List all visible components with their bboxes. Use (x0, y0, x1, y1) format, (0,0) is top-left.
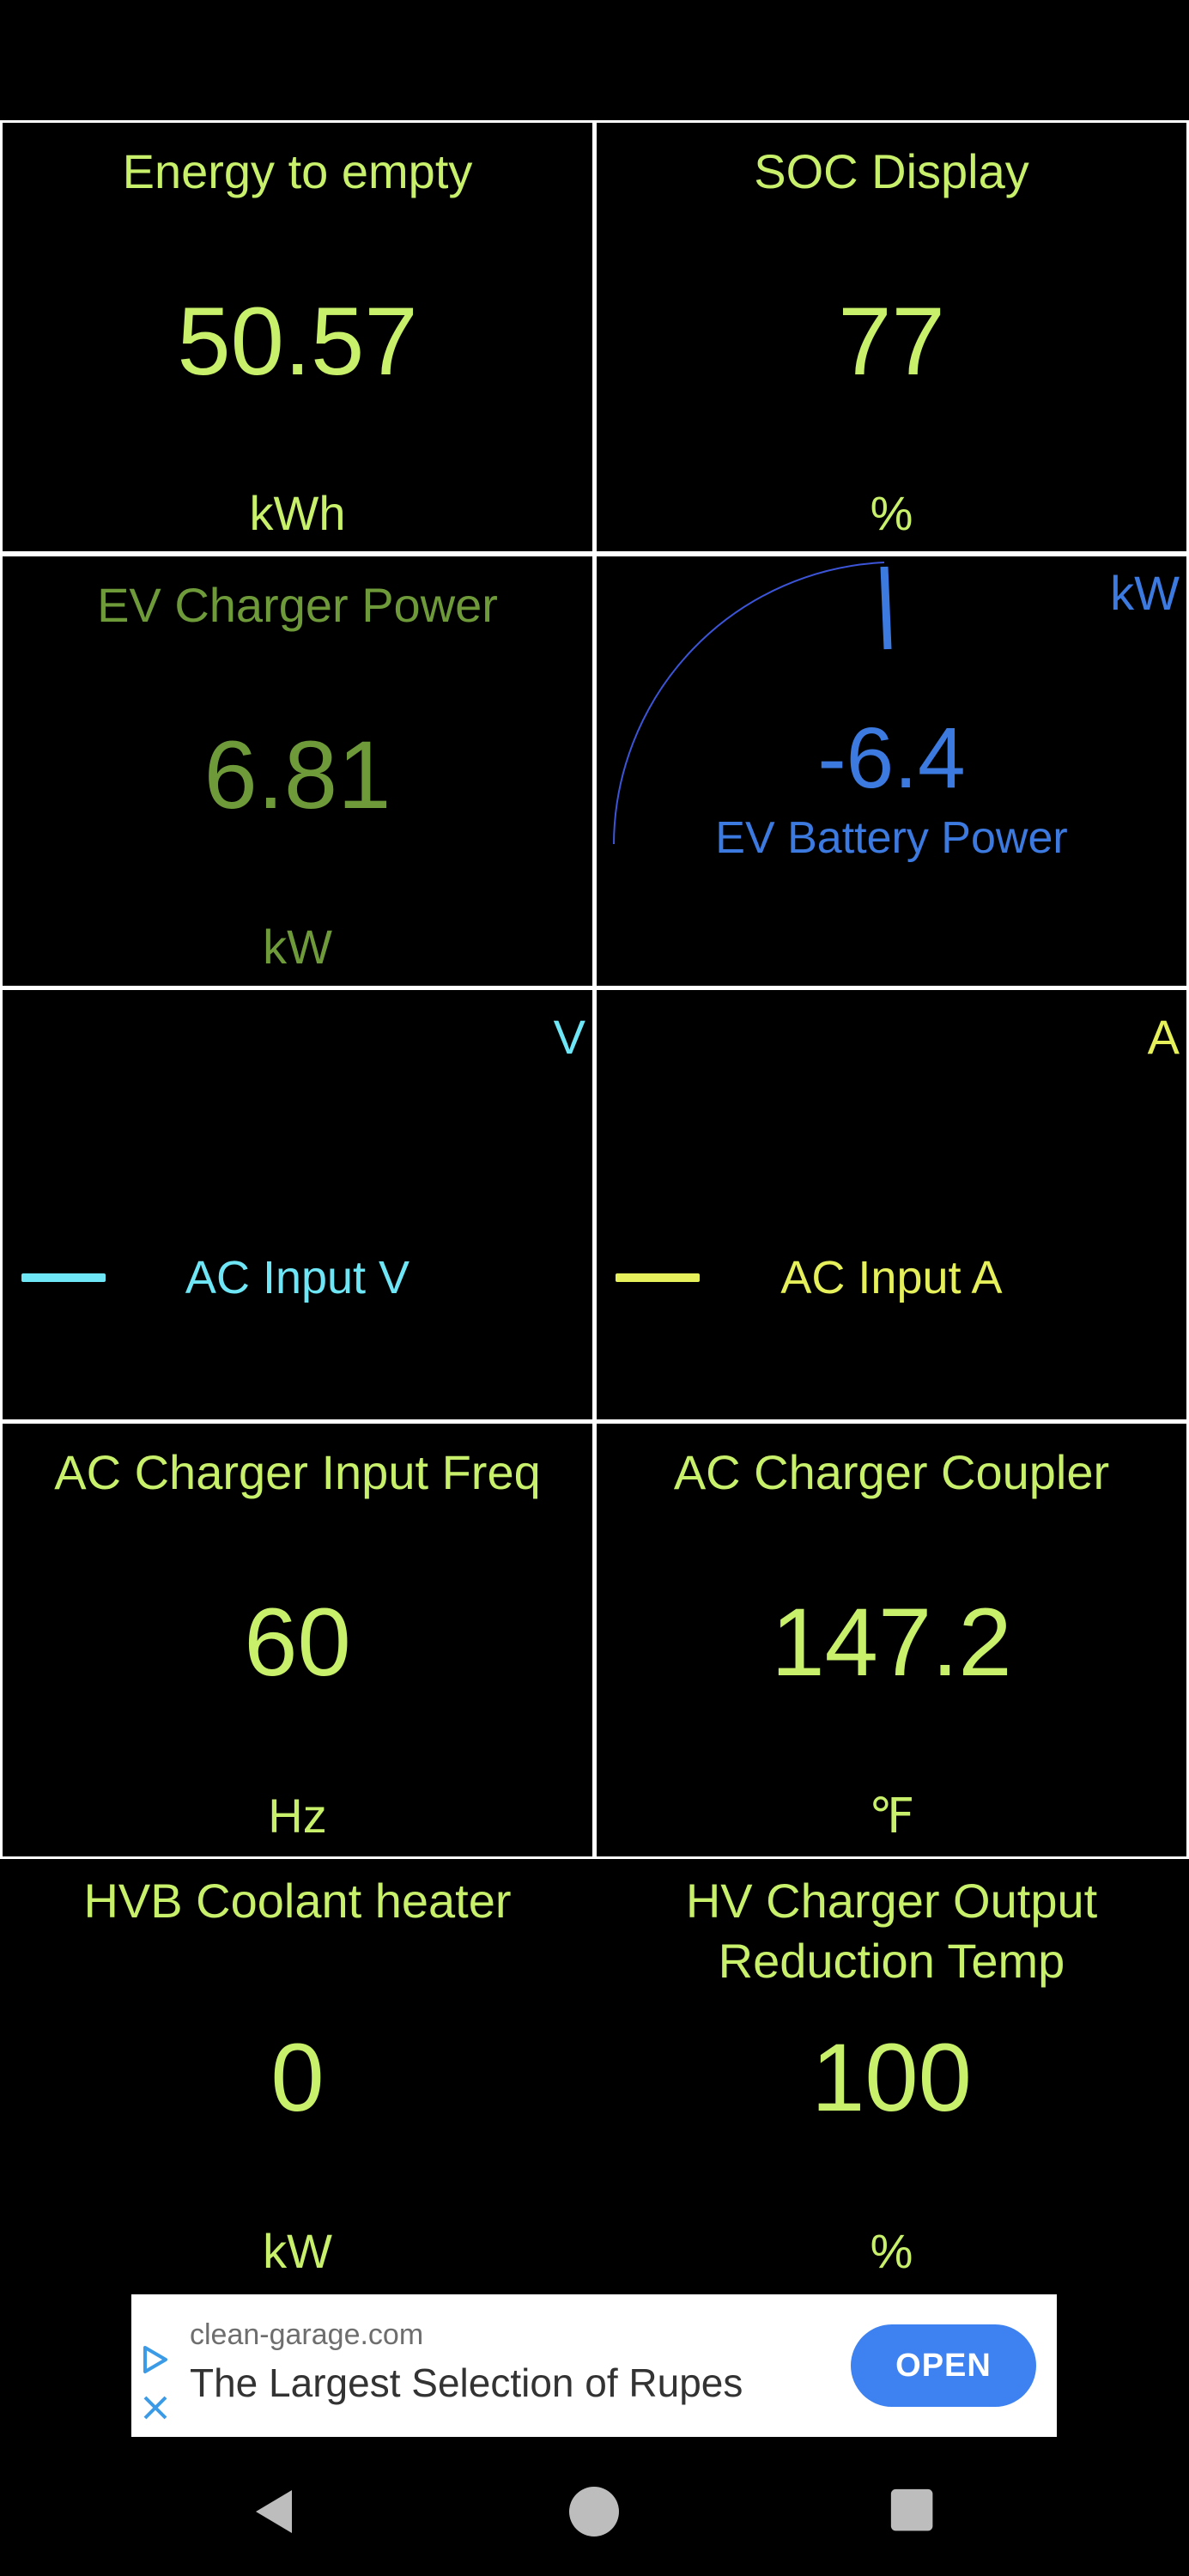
tile-energy-to-empty[interactable]: Energy to empty 50.57 kWh (0, 120, 595, 554)
gauge-unit: A (1147, 1010, 1180, 1064)
tile-unit: kWh (249, 486, 346, 540)
tile-value: 0 (270, 2024, 325, 2131)
gauge-unit: kW (1110, 566, 1180, 620)
tile-unit: % (870, 2224, 913, 2278)
recents-icon[interactable] (889, 2488, 937, 2536)
tile-ac-input-a-gauge[interactable]: A AC Input A (594, 987, 1189, 1422)
gauge-label: AC Input V (185, 1252, 410, 1303)
tile-label: AC Charger Input Freq (54, 1445, 541, 1499)
tile-value: 100 (811, 2024, 972, 2131)
tile-label-line1: HV Charger Output (685, 1874, 1098, 1928)
tile-label: AC Charger Coupler (673, 1445, 1110, 1499)
tile-label: Energy to empty (122, 144, 473, 198)
tile-ac-charger-input-freq[interactable]: AC Charger Input Freq 60 Hz (0, 1421, 595, 1859)
tile-ac-input-v-gauge[interactable]: V AC Input V (0, 987, 595, 1422)
tile-unit: kW (263, 920, 332, 974)
tile-label: EV Charger Power (97, 578, 498, 632)
ad-domain: clean-garage.com (190, 2318, 424, 2351)
tile-unit: ℉ (868, 1789, 915, 1843)
gauge-label: EV Battery Power (715, 813, 1068, 863)
close-icon[interactable] (140, 2392, 171, 2423)
tile-unit: % (870, 486, 913, 540)
tile-label-line2: Reduction Temp (718, 1934, 1065, 1988)
tile-value: 77 (838, 288, 945, 395)
tile-value: 50.57 (177, 288, 418, 395)
gauge-value: -6.4 (817, 710, 966, 806)
tile-hvb-coolant-heater[interactable]: HVB Coolant heater 0 kW (0, 1859, 595, 2288)
tile-value: 147.2 (771, 1589, 1012, 1696)
tile-label: SOC Display (754, 144, 1029, 198)
tile-soc-display[interactable]: SOC Display 77 % (594, 120, 1189, 554)
gauge-label: AC Input A (780, 1252, 1003, 1303)
tile-unit: Hz (268, 1789, 327, 1843)
tile-hv-charger-output-reduction-temp[interactable]: HV Charger Output Reduction Temp 100 % (594, 1859, 1189, 2288)
tile-unit: kW (263, 2224, 332, 2278)
tile-ev-charger-power[interactable]: EV Charger Power 6.81 kW (0, 554, 595, 988)
tile-ev-battery-power-gauge[interactable]: kW -6.4 EV Battery Power (594, 554, 1189, 988)
gauge-unit: V (553, 1010, 585, 1064)
ad-title[interactable]: The Largest Selection of Rupes (190, 2360, 743, 2406)
ad-banner[interactable]: clean-garage.com The Largest Selection o… (131, 2294, 1057, 2437)
tile-ac-charger-coupler[interactable]: AC Charger Coupler 147.2 ℉ (594, 1421, 1189, 1859)
back-icon[interactable] (249, 2486, 300, 2537)
ad-open-button[interactable]: OPEN (851, 2324, 1036, 2407)
gauge-needle (880, 566, 892, 650)
tile-label: HVB Coolant heater (83, 1874, 512, 1928)
tile-value: 6.81 (203, 721, 391, 829)
tile-value: 60 (244, 1589, 351, 1696)
system-navigation-bar (0, 2447, 1189, 2576)
adchoices-icon[interactable] (140, 2344, 171, 2375)
home-icon[interactable] (568, 2486, 620, 2537)
